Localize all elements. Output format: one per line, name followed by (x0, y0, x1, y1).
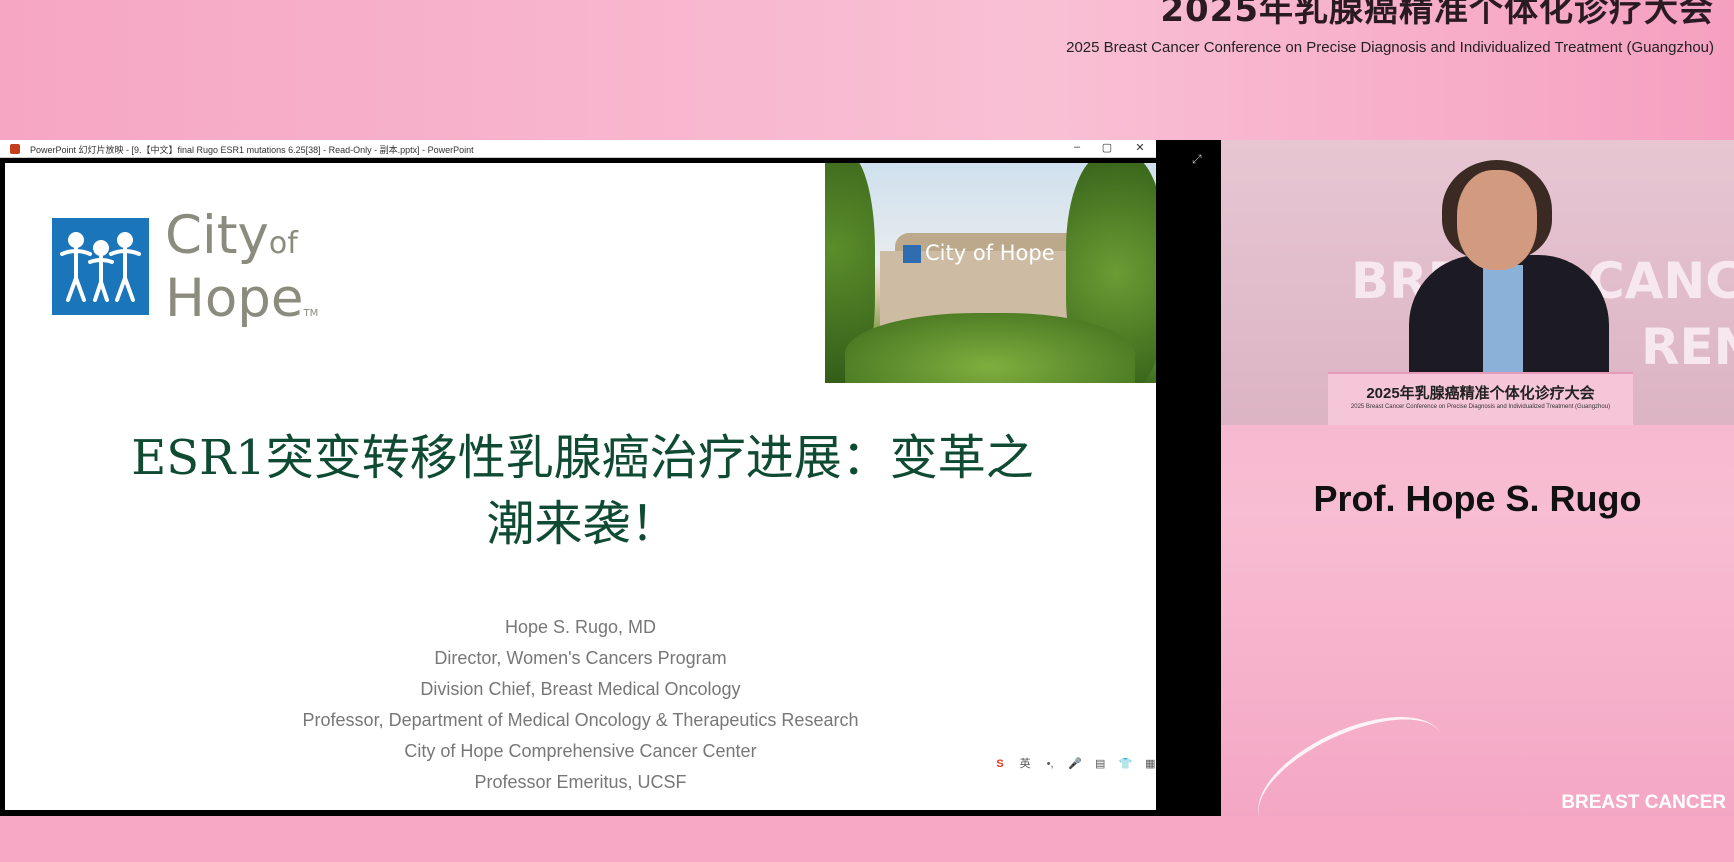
close-button[interactable]: ✕ (1131, 141, 1149, 154)
podium: 2025年乳腺癌精准个体化诊疗大会 2025 Breast Cancer Con… (1328, 372, 1633, 425)
powerpoint-window: PowerPoint 幻灯片放映 - [9.【中文】final Rugo ESR… (0, 140, 1221, 816)
logo-wordmark: Cityof HopeTM (165, 205, 319, 329)
sogou-logo-icon[interactable]: S (989, 758, 1011, 770)
conference-title: 2025年乳腺癌精准个体化诊疗大会 (1160, 0, 1714, 30)
slide-title: ESR1突变转移性乳腺癌治疗进展：变革之 潮来袭！ (131, 430, 1034, 552)
keyboard-icon[interactable]: ▤ (1089, 757, 1111, 770)
expand-icon[interactable]: ⤢ (1192, 152, 1202, 167)
minimize-button[interactable]: – (1068, 141, 1086, 153)
apps-grid-icon[interactable]: ▦ (1139, 757, 1156, 770)
microphone-icon[interactable]: 🎤 (1064, 757, 1086, 770)
speaker-panel: BREAST CANC REN 2025年乳腺癌精准个体化诊疗大会 2025 B… (1221, 140, 1734, 862)
conference-banner: 2025年乳腺癌精准个体化诊疗大会 2025 Breast Cancer Con… (0, 0, 1734, 140)
podium-title: 2025年乳腺癌精准个体化诊疗大会 (1366, 385, 1595, 402)
credit-line: Hope S. Rugo, MD (504, 617, 657, 637)
credit-line: Professor, Department of Medical Oncolog… (302, 710, 859, 730)
powerpoint-icon (10, 144, 20, 154)
slide: Cityof HopeTM City of Hope ESR1突变转移性乳腺癌治… (5, 163, 1156, 810)
credit-line: Professor Emeritus, UCSF (474, 772, 687, 792)
punctuation-icon[interactable]: •, (1039, 758, 1061, 770)
window-title: PowerPoint 幻灯片放映 - [9.【中文】final Rugo ESR… (30, 145, 474, 155)
conference-subtitle: 2025 Breast Cancer Conference on Precise… (1066, 39, 1714, 56)
speaker-credits: Hope S. Rugo, MD Director, Women's Cance… (5, 612, 1156, 798)
footer-brand: BREAST CANCER (1561, 792, 1726, 813)
window-titlebar[interactable]: PowerPoint 幻灯片放映 - [9.【中文】final Rugo ESR… (0, 140, 1156, 158)
ime-toolbar[interactable]: S 英 •, 🎤 ▤ 👕 ▦ ⚙ (989, 755, 1156, 773)
speaker-video: BREAST CANC REN 2025年乳腺癌精准个体化诊疗大会 2025 B… (1221, 140, 1734, 425)
video-backdrop-text-2: REN (1641, 318, 1734, 376)
language-toggle[interactable]: 英 (1014, 755, 1036, 771)
skin-icon[interactable]: 👕 (1114, 757, 1136, 770)
restore-button[interactable]: ▢ (1098, 141, 1116, 154)
credit-line: Division Chief, Breast Medical Oncology (420, 679, 741, 699)
building-photo: City of Hope (825, 163, 1156, 383)
credit-line: City of Hope Comprehensive Cancer Center (404, 741, 757, 761)
decorative-swoosh (1240, 692, 1462, 862)
credit-line: Director, Women's Cancers Program (434, 648, 727, 668)
speaker-name: Prof. Hope S. Rugo (1313, 478, 1642, 519)
family-figures-icon (52, 218, 149, 315)
building-sign: City of Hope (903, 241, 1055, 265)
podium-subtitle: 2025 Breast Cancer Conference on Precise… (1350, 404, 1611, 410)
